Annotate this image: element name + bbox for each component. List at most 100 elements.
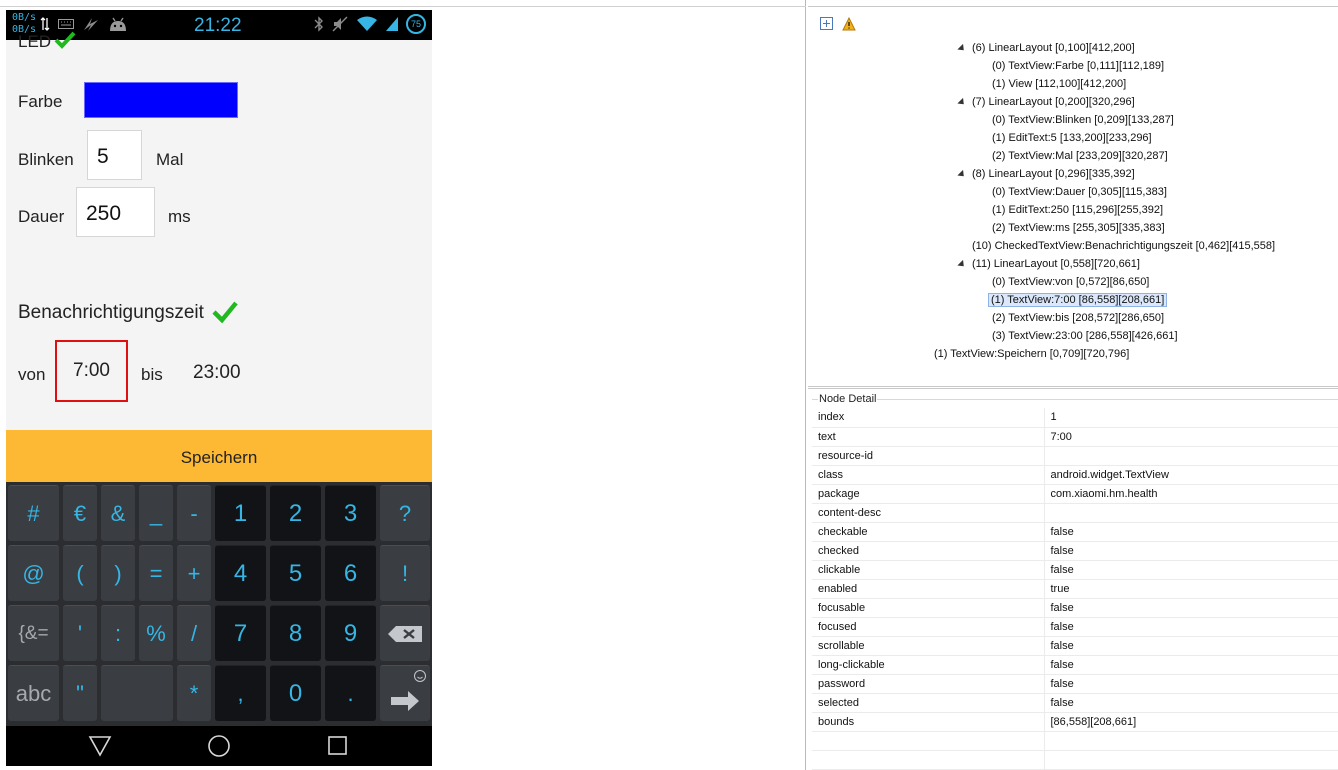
detail-value[interactable]: false bbox=[1044, 541, 1338, 561]
tree-node[interactable]: (2) TextView:bis [208,572][286,650] bbox=[992, 311, 1164, 325]
tree-node-linearlayout-6[interactable]: (6) LinearLayout [0,100][412,200] bbox=[957, 41, 1135, 55]
detail-row[interactable] bbox=[812, 731, 1338, 751]
detail-row[interactable]: clickable false bbox=[812, 560, 1338, 580]
tree-expander-icon[interactable] bbox=[957, 169, 967, 179]
key-equals[interactable]: = bbox=[139, 545, 173, 601]
detail-value[interactable]: 7:00 bbox=[1044, 427, 1338, 447]
detail-value[interactable]: 1 bbox=[1044, 408, 1338, 428]
tree-node[interactable]: (0) TextView:Blinken [0,209][133,287] bbox=[992, 113, 1174, 127]
detail-row[interactable]: package com.xiaomi.hm.health bbox=[812, 484, 1338, 504]
tree-expander-icon[interactable] bbox=[957, 97, 967, 107]
back-icon[interactable] bbox=[88, 734, 112, 758]
tree-node-linearlayout-8[interactable]: (8) LinearLayout [0,296][335,392] bbox=[957, 167, 1135, 181]
key-period[interactable]: . bbox=[325, 665, 376, 721]
detail-value[interactable]: false bbox=[1044, 560, 1338, 580]
tree-node[interactable]: (1) EditText:250 [115,296][255,392] bbox=[992, 203, 1163, 217]
key-comma[interactable]: , bbox=[215, 665, 266, 721]
tree-node[interactable]: (0) TextView:von [0,572][86,650] bbox=[992, 275, 1149, 289]
detail-row[interactable] bbox=[812, 750, 1338, 770]
tree-node-linearlayout-11[interactable]: (11) LinearLayout [0,558][720,661] bbox=[957, 257, 1140, 271]
key-at[interactable]: @ bbox=[8, 545, 59, 601]
backspace-key[interactable] bbox=[380, 605, 430, 661]
key-paren-open[interactable]: ( bbox=[63, 545, 97, 601]
key-8[interactable]: 8 bbox=[270, 605, 321, 661]
tree-node[interactable]: (1) View [112,100][412,200] bbox=[992, 77, 1126, 91]
key-question[interactable]: ? bbox=[380, 485, 430, 541]
key-symbols-toggle[interactable]: {&= bbox=[8, 605, 59, 661]
detail-value[interactable] bbox=[1044, 503, 1338, 523]
tree-node[interactable]: (2) TextView:Mal [233,209][320,287] bbox=[992, 149, 1168, 163]
detail-value[interactable]: false bbox=[1044, 617, 1338, 637]
key-3[interactable]: 3 bbox=[325, 485, 376, 541]
detail-value[interactable]: false bbox=[1044, 655, 1338, 675]
notification-check-icon[interactable] bbox=[211, 299, 239, 325]
detail-row[interactable]: class android.widget.TextView bbox=[812, 465, 1338, 485]
recents-icon[interactable] bbox=[326, 734, 350, 758]
tree-node[interactable]: (2) TextView:ms [255,305][335,383] bbox=[992, 221, 1165, 235]
key-ampersand[interactable]: & bbox=[101, 485, 135, 541]
key-plus[interactable]: + bbox=[177, 545, 211, 601]
detail-row[interactable]: long-clickable false bbox=[812, 655, 1338, 675]
tree-node-linearlayout-7[interactable]: (7) LinearLayout [0,200][320,296] bbox=[957, 95, 1135, 109]
tree-node[interactable]: (0) TextView:Farbe [0,111][112,189] bbox=[992, 59, 1164, 73]
detail-row[interactable]: content-desc bbox=[812, 503, 1338, 523]
detail-value[interactable] bbox=[1044, 446, 1338, 466]
key-minus[interactable]: - bbox=[177, 485, 211, 541]
detail-value[interactable]: true bbox=[1044, 579, 1338, 599]
tree-node[interactable]: (0) TextView:Dauer [0,305][115,383] bbox=[992, 185, 1167, 199]
detail-row[interactable]: password false bbox=[812, 674, 1338, 694]
dauer-input[interactable]: 250 bbox=[76, 187, 155, 237]
detail-row[interactable]: enabled true bbox=[812, 579, 1338, 599]
detail-value[interactable]: [86,558][208,661] bbox=[1044, 712, 1338, 732]
detail-row[interactable]: selected false bbox=[812, 693, 1338, 713]
color-swatch[interactable] bbox=[84, 82, 238, 118]
key-colon[interactable]: : bbox=[101, 605, 135, 661]
key-space[interactable] bbox=[101, 665, 173, 721]
key-percent[interactable]: % bbox=[139, 605, 173, 661]
save-button[interactable]: Speichern bbox=[6, 430, 432, 482]
key-abc[interactable]: abc bbox=[8, 665, 59, 721]
detail-row[interactable]: resource-id bbox=[812, 446, 1338, 466]
detail-value[interactable]: false bbox=[1044, 636, 1338, 656]
detail-value[interactable] bbox=[1044, 750, 1338, 770]
tree-node[interactable]: (1) EditText:5 [133,200][233,296] bbox=[992, 131, 1152, 145]
detail-row[interactable]: checked false bbox=[812, 541, 1338, 561]
key-5[interactable]: 5 bbox=[270, 545, 321, 601]
key-hash[interactable]: # bbox=[8, 485, 59, 541]
phone-screen[interactable]: 0B/s 0B/s 21:22 75 LED Farbe Blinken 5 M… bbox=[6, 10, 432, 766]
detail-value[interactable]: false bbox=[1044, 598, 1338, 618]
key-exclamation[interactable]: ! bbox=[380, 545, 430, 601]
tree-expander-icon[interactable] bbox=[957, 259, 967, 269]
key-asterisk[interactable]: * bbox=[177, 665, 211, 721]
key-7[interactable]: 7 bbox=[215, 605, 266, 661]
detail-value[interactable] bbox=[1044, 731, 1338, 751]
tree-node[interactable]: (1) TextView:Speichern [0,709][720,796] bbox=[934, 347, 1129, 361]
key-underscore[interactable]: _ bbox=[139, 485, 173, 541]
expand-all-icon[interactable] bbox=[820, 17, 834, 31]
key-1[interactable]: 1 bbox=[215, 485, 266, 541]
key-0[interactable]: 0 bbox=[270, 665, 321, 721]
warning-icon[interactable] bbox=[842, 17, 856, 31]
detail-row[interactable]: bounds [86,558][208,661] bbox=[812, 712, 1338, 732]
detail-row[interactable]: scrollable false bbox=[812, 636, 1338, 656]
detail-row[interactable]: focusable false bbox=[812, 598, 1338, 618]
from-time-value[interactable]: 7:00 bbox=[55, 340, 128, 402]
led-check-icon[interactable] bbox=[54, 30, 76, 50]
detail-row[interactable]: index 1 bbox=[812, 408, 1338, 428]
tree-expander-icon[interactable] bbox=[957, 43, 967, 53]
key-paren-close[interactable]: ) bbox=[101, 545, 135, 601]
key-9[interactable]: 9 bbox=[325, 605, 376, 661]
blinken-input[interactable]: 5 bbox=[87, 130, 142, 180]
detail-row[interactable]: checkable false bbox=[812, 522, 1338, 542]
detail-row[interactable]: text 7:00 bbox=[812, 427, 1338, 447]
enter-key[interactable] bbox=[380, 665, 430, 721]
detail-value[interactable]: false bbox=[1044, 674, 1338, 694]
tree-node[interactable]: (3) TextView:23:00 [286,558][426,661] bbox=[992, 329, 1178, 343]
tree-node[interactable]: (10) CheckedTextView:Benachrichtigungsze… bbox=[972, 239, 1275, 253]
key-euro[interactable]: € bbox=[63, 485, 97, 541]
key-quote[interactable]: " bbox=[63, 665, 97, 721]
detail-value[interactable]: false bbox=[1044, 522, 1338, 542]
key-2[interactable]: 2 bbox=[270, 485, 321, 541]
key-apostrophe[interactable]: ' bbox=[63, 605, 97, 661]
detail-value[interactable]: com.xiaomi.hm.health bbox=[1044, 484, 1338, 504]
